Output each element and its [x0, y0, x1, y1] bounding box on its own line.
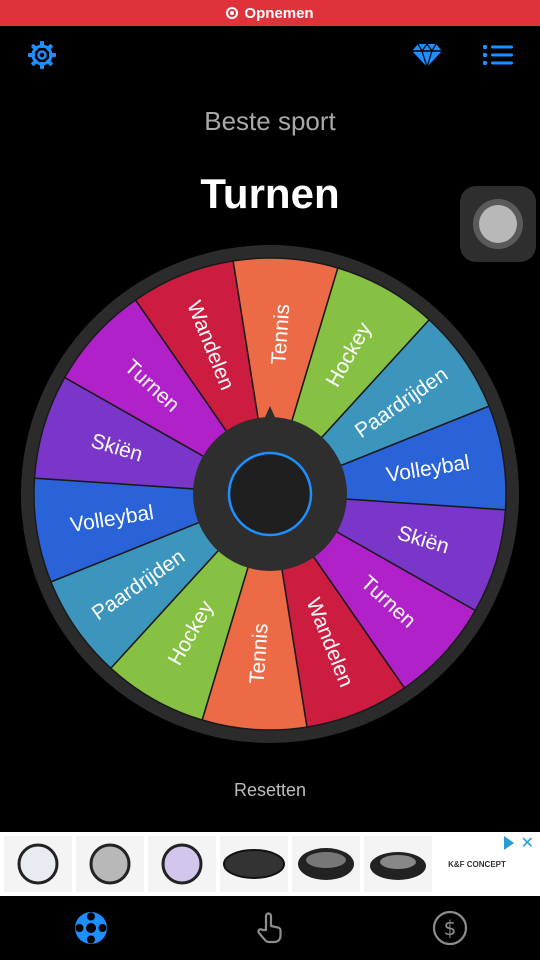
gear-icon: [28, 41, 56, 69]
ad-product-filter-4[interactable]: [220, 836, 288, 892]
wheel-result: Turnen: [200, 170, 340, 217]
ad-close-icon[interactable]: ✕: [521, 833, 534, 853]
ad-product-filter-3[interactable]: [148, 836, 216, 892]
ad-product-filter-2[interactable]: [76, 836, 144, 892]
touch-icon: [257, 912, 282, 944]
diamond-icon: [412, 42, 442, 68]
ad-banner[interactable]: K&F CONCEPT ✕: [0, 832, 540, 896]
svg-text:$: $: [444, 916, 457, 940]
list-icon: [483, 45, 513, 65]
record-icon: [226, 7, 239, 19]
settings-button[interactable]: [25, 38, 59, 72]
tab-touch[interactable]: [252, 910, 288, 946]
wheel-segment-label: Tennis: [267, 303, 294, 365]
wheel-segment-label: Tennis: [246, 623, 273, 685]
list-button[interactable]: [481, 38, 515, 72]
reset-button[interactable]: Resetten: [0, 780, 540, 801]
spin-button[interactable]: [227, 451, 313, 537]
assistive-touch-icon: [473, 199, 523, 249]
premium-button[interactable]: [410, 38, 444, 72]
wheel-icon: [75, 912, 107, 944]
wheel-title: Beste sport: [204, 106, 336, 136]
tab-wheel[interactable]: [73, 910, 109, 946]
tab-bar: $: [0, 896, 540, 960]
ad-choices-icon[interactable]: [504, 836, 514, 850]
ad-brand-logo: K&F CONCEPT: [448, 859, 506, 869]
spin-wheel[interactable]: Tennis HockeyPaardrijdenVolleybalSkiënTur…: [20, 244, 520, 744]
ad-product-filter-1[interactable]: [4, 836, 72, 892]
recording-bar[interactable]: Opnemen: [0, 0, 540, 26]
ad-product-adapter-2[interactable]: [364, 836, 432, 892]
ad-product-adapter-1[interactable]: [292, 836, 360, 892]
tab-dollar[interactable]: $: [432, 910, 468, 946]
dollar-icon: $: [432, 910, 468, 946]
recording-label: Opnemen: [244, 4, 314, 22]
